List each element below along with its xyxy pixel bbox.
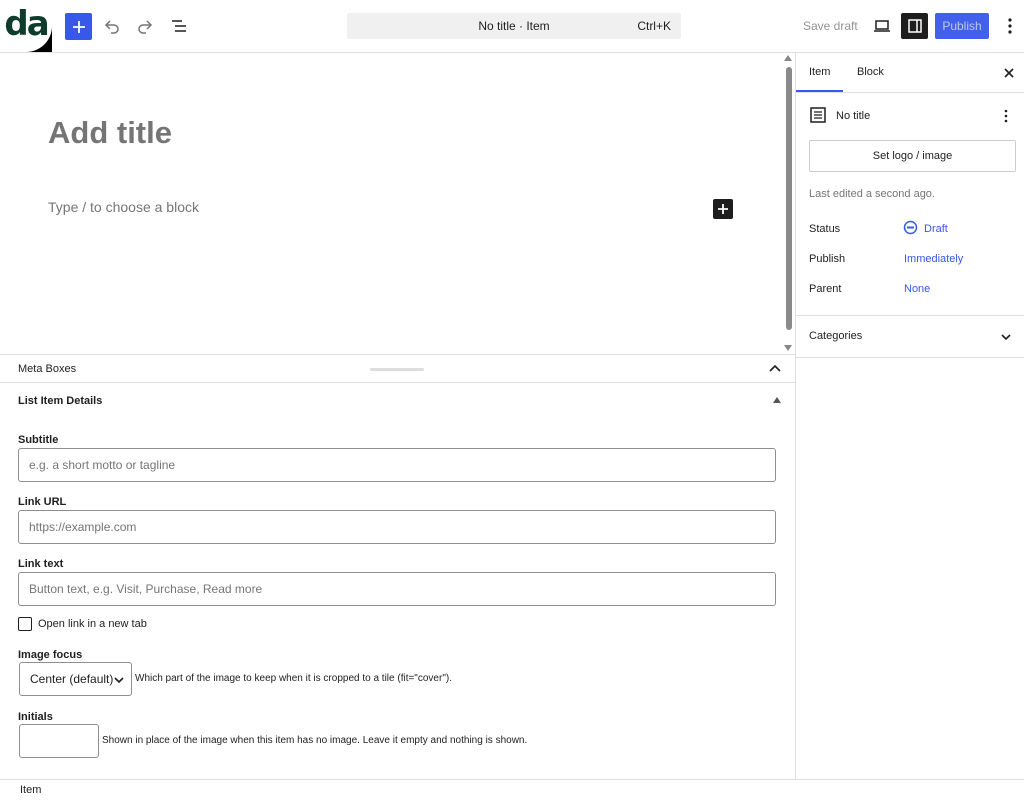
undo-icon [104,20,119,34]
status-value-link[interactable]: Draft [924,223,948,235]
subtitle-input[interactable] [18,448,776,482]
publish-value-link[interactable]: Immediately [904,253,963,265]
close-icon[interactable] [1001,65,1017,81]
sidebar-tabs: Item Block [796,53,1024,93]
link-url-label: Link URL [18,496,67,508]
parent-value-link[interactable]: None [904,283,930,295]
undo-button[interactable] [100,14,124,38]
link-text-input[interactable] [18,572,776,606]
block-inserter-button[interactable] [65,13,92,40]
preview-button[interactable] [871,14,893,38]
panel-collapse-toggle[interactable] [773,397,781,403]
document-title: No title · Item [478,19,550,33]
document-overview-button[interactable] [167,14,191,38]
active-tab-indicator [796,90,843,92]
image-focus-select[interactable]: Center (default) [19,662,132,696]
draft-status-icon [903,220,918,235]
image-focus-label: Image focus [18,649,83,661]
settings-sidebar: Item Block No title Set logo / image Las… [796,53,1024,779]
new-tab-option[interactable]: Open link in a new tab [18,617,147,631]
separator [796,357,1024,358]
more-vertical-icon [1008,18,1012,34]
sidebar-icon [907,19,922,33]
meta-boxes-label: Meta Boxes [18,363,77,375]
chevron-down-icon [114,677,124,684]
meta-boxes-header[interactable]: Meta Boxes [0,354,795,383]
redo-icon [138,20,153,34]
inline-inserter-button[interactable] [713,199,733,219]
tab-block[interactable]: Block [857,66,884,78]
default-block-appender[interactable]: Type / to choose a block [48,199,199,215]
scroll-down-arrow[interactable] [784,345,792,351]
options-menu-button[interactable] [1000,14,1020,38]
logo-text: da [4,4,49,44]
publish-label: Publish [809,253,846,265]
post-title-input[interactable]: Add title [48,115,172,151]
more-vertical-icon[interactable] [998,108,1014,124]
plus-icon [718,204,728,214]
new-tab-checkbox[interactable] [18,617,32,631]
panel-title: List Item Details [18,395,103,407]
command-palette-bar[interactable]: No title · Item Ctrl+K [347,13,681,39]
resize-handle[interactable] [370,368,424,371]
list-view-icon [172,20,186,32]
document-icon [810,107,826,123]
publish-button[interactable]: Publish [935,13,989,39]
status-label: Status [809,223,841,235]
parent-label: Parent [809,283,842,295]
tab-item[interactable]: Item [809,66,830,78]
categories-panel-toggle[interactable]: Categories [809,330,862,342]
link-text-label: Link text [18,558,64,570]
breadcrumb-item[interactable]: Item [20,784,41,796]
settings-toggle-button[interactable] [901,13,928,39]
chevron-up-icon[interactable] [767,361,783,377]
redo-button[interactable] [133,14,157,38]
initials-label: Initials [18,711,53,723]
last-edited-text: Last edited a second ago. [809,188,935,200]
link-url-input[interactable] [18,510,776,544]
subtitle-label: Subtitle [18,434,59,446]
logo-mark: da [0,0,52,52]
site-logo[interactable]: da [0,0,52,52]
sidebar-doc-title: No title [836,110,871,122]
initials-help: Shown in place of the image when this it… [102,735,528,746]
scrollbar-thumb[interactable] [786,67,792,330]
chevron-down-icon[interactable] [998,329,1014,345]
desktop-icon [874,20,890,32]
set-logo-image-button[interactable]: Set logo / image [809,140,1016,172]
separator [796,315,1024,316]
editor-canvas: Add title Type / to choose a block [0,53,782,354]
keyboard-shortcut: Ctrl+K [637,19,671,33]
new-tab-label: Open link in a new tab [38,618,147,630]
block-breadcrumb-bar: Item [0,779,1024,800]
save-draft-button[interactable]: Save draft [803,19,858,33]
initials-input[interactable] [19,724,99,758]
image-focus-help: Which part of the image to keep when it … [135,673,452,684]
plus-icon [72,20,85,33]
scroll-up-arrow[interactable] [784,55,792,61]
image-focus-value: Center (default) [30,672,114,686]
editor-header: da No title · Item Ctrl+K Save draft Pub… [0,0,1024,53]
